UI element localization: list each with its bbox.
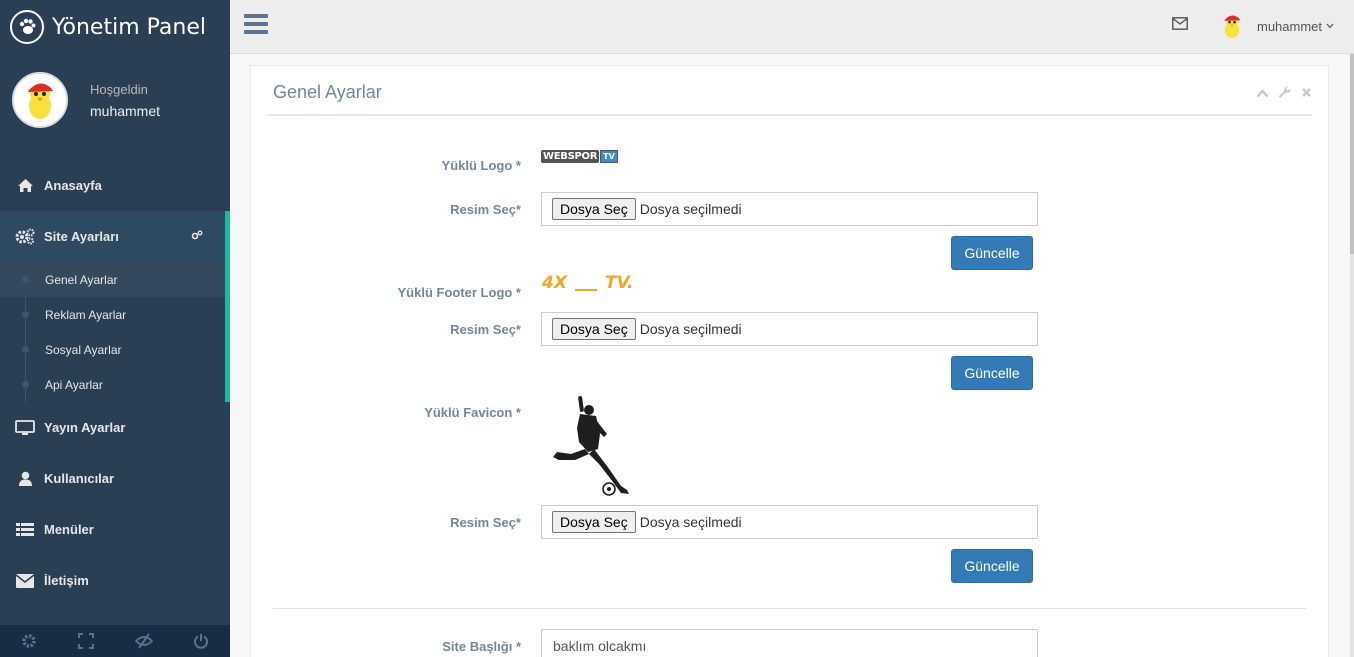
update-logo-button[interactable]: Güncelle [951,236,1033,270]
bullet [22,276,29,283]
desktop-icon [14,419,36,437]
sub-item-api-ayarlar[interactable]: Api Ayarlar [0,367,225,402]
wrench-icon[interactable] [1278,86,1292,103]
menu-item-menuler[interactable]: Menüler [0,504,230,555]
sub-label: Genel Ayarlar [45,272,118,287]
brand-title: Yönetim Panel [52,14,206,40]
logo-text: WEBSPOR [541,150,600,163]
logo-image: WEBSPOR TV [541,150,618,163]
sub-label: Api Ayarlar [45,377,103,392]
update-footer-logo-button[interactable]: Güncelle [951,356,1033,390]
home-icon [14,177,36,195]
footer-logo-right: TV. [604,273,634,293]
choose-file-button[interactable]: Dosya Seç [552,511,636,533]
profile-name: muhammet [90,102,161,119]
menu-item-kullanicilar[interactable]: Kullanıcılar [0,453,230,504]
menu-item-yayin-ayarlar[interactable]: Yayın Ayarlar [0,402,230,453]
menu-label: Site Ayarları [44,229,119,244]
menu-item-site-ayarlari[interactable]: Site Ayarları [0,211,230,262]
profile: Hoşgeldin muhammet [12,72,160,128]
paw-icon [10,10,44,44]
sub-item-genel-ayarlar[interactable]: Genel Ayarlar [0,262,225,297]
footer-logo-image: 4X TV. [542,273,634,293]
file-label: Resim Seç* [450,322,521,337]
logo-label: Yüklü Logo * [441,158,521,173]
panel-title: Genel Ayarlar [273,82,382,102]
sidebar-footer [0,625,230,657]
welcome-text: Hoşgeldin [90,81,148,97]
menu-label: Kullanıcılar [44,471,115,486]
settings-panel: Genel Ayarlar Yüklü Logo * WEBSPOR TV Re… [250,65,1329,657]
close-icon[interactable] [1301,86,1312,103]
favicon-label: Yüklü Favicon * [424,405,521,420]
divider [267,114,1312,116]
footer-logo-file-input[interactable]: Dosya Seç Dosya seçilmedi [541,312,1038,346]
sub-item-sosyal-ayarlar[interactable]: Sosyal Ayarlar [0,332,225,367]
panel-tools [1256,86,1312,103]
bullet [22,381,29,388]
mail-icon[interactable] [1172,17,1188,33]
divider [273,608,1306,609]
file-status: Dosya seçilmedi [639,514,742,530]
chevron-up-icon[interactable] [1256,86,1269,103]
envelope-icon [14,572,36,590]
choose-file-button[interactable]: Dosya Seç [552,318,636,340]
menu-label: Yayın Ayarlar [44,420,126,435]
cogs-small-icon [191,230,203,243]
menu-label: İletişim [44,573,89,588]
sidebar: Yönetim Panel Hoşgeldin muhammet Anasayf… [0,0,230,657]
file-label: Resim Seç* [450,515,521,530]
footer-logo-left: 4X [542,273,567,293]
favicon-image [549,394,635,499]
side-menu: Anasayfa Site Ayarları Genel Ayarlar Rek… [0,160,230,606]
file-status: Dosya seçilmedi [639,201,742,217]
menu-item-anasayfa[interactable]: Anasayfa [0,160,230,211]
brand[interactable]: Yönetim Panel [0,0,230,54]
site-title-input[interactable]: baklım olcakmı [541,629,1038,657]
list-icon [14,521,36,539]
favicon-file-input[interactable]: Dosya Seç Dosya seçilmedi [541,505,1038,539]
avatar [12,72,68,128]
bullet [22,346,29,353]
file-label: Resim Seç* [450,202,521,217]
sub-item-reklam-ayarlar[interactable]: Reklam Ayarlar [0,297,225,332]
logo-file-input[interactable]: Dosya Seç Dosya seçilmedi [541,192,1038,226]
top-navbar: muhammet [230,0,1354,54]
submenu-site-ayarlari: Genel Ayarlar Reklam Ayarlar Sosyal Ayar… [0,262,230,402]
menu-toggle-icon[interactable] [244,14,268,36]
footer-logo-label: Yüklü Footer Logo * [397,285,522,300]
menu-item-iletisim[interactable]: İletişim [0,555,230,606]
user-icon [14,470,36,488]
gears-icon [14,228,36,246]
menu-label: Anasayfa [44,178,102,193]
site-title-label: Site Başlığı * [442,639,521,654]
avatar [1218,12,1246,40]
eye-slash-icon[interactable] [115,625,173,657]
logo-badge: TV [600,150,618,163]
sub-label: Reklam Ayarlar [45,307,127,322]
fullscreen-icon[interactable] [58,625,116,657]
choose-file-button[interactable]: Dosya Seç [552,198,636,220]
user-name: muhammet [1257,18,1323,34]
bullet [22,311,29,318]
menu-label: Menüler [44,522,94,537]
user-dropdown[interactable]: muhammet [1218,12,1334,40]
update-favicon-button[interactable]: Güncelle [951,549,1033,583]
chevron-down-icon [1326,21,1334,31]
settings-icon[interactable] [0,625,58,657]
scrollbar[interactable] [1350,54,1354,657]
file-status: Dosya seçilmedi [639,321,742,337]
power-icon[interactable] [173,625,231,657]
sub-label: Sosyal Ayarlar [45,342,122,357]
